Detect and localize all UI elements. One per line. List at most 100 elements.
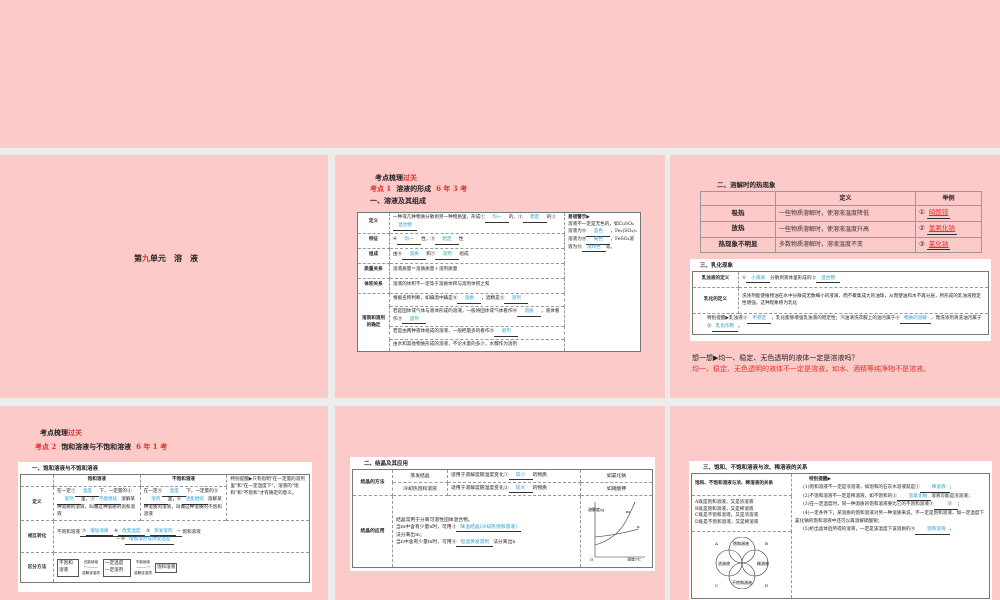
cell-text: 组成 — [459, 251, 469, 257]
error-note: 易错警示▶ 溶液不一定是无色的，如CuSO₄溶液为⑬ 蓝色 ，Fe₂(SO₄)₃溶液为… — [564, 211, 641, 353]
sat-box: 饱和溶液 — [154, 562, 178, 574]
slide-thumbnail-5[interactable]: 二、结晶及其应用 结晶的方法 蒸发结晶 适用于溶解度随温度变化① 较小 的物质 如氯化钠 … — [335, 406, 665, 600]
saturation-panel: 一、饱和溶液与不饱和溶液 饱和溶液 不饱和溶液 特别提醒▶只有指明"在一定量的溶剂里… — [18, 462, 312, 592]
row-value: 溶液的体积不一定等于溶质体积与溶剂体积之和 — [389, 277, 565, 294]
header-text: 考点梳理 — [375, 173, 403, 182]
row-definition: 多数物质溶解时，溶液温度不变 — [775, 236, 916, 254]
slide-thumbnail-top[interactable] — [0, 0, 1000, 148]
text: 溶解该溶质 — [133, 570, 152, 575]
number: ③ — [919, 239, 925, 248]
cell-text: 由水和其他物质形成的溶液，不论水量的多少，水都作为溶剂 — [393, 342, 518, 348]
text: 当n中含有少量m时，可用④ — [396, 540, 457, 546]
text: 下，一定量的② — [99, 488, 132, 494]
y-axis-label: 溶解度/g — [588, 506, 604, 512]
text: 的物质 — [532, 486, 547, 492]
text: 法分离出m； — [396, 532, 425, 538]
text: ； — [949, 484, 955, 490]
row-value: ④ 均一 性，⑤ 稳定性 — [389, 232, 565, 249]
arrow-right-icon: → — [176, 528, 181, 534]
answer-example: 硝酸铵 — [926, 208, 951, 219]
kp-count: 6 年 3 考 — [436, 184, 468, 193]
number: ① — [919, 208, 925, 216]
unsaturated-definition: 在一定④ 温度 下，一定量的⑤溶剂 里，⑥ 还能继续 溶解某种溶质的溶液，叫做这种溶质的不… — [139, 485, 228, 522]
method-desc: 适用于溶解度随温度变化① 较小 的物质 — [447, 468, 581, 484]
cell-text: 性，⑤ — [421, 236, 435, 242]
title-part: 第 — [134, 253, 142, 263]
answer-blank: 混合物 — [393, 223, 417, 231]
text: 的物质 — [532, 473, 547, 478]
row-key: 溶质和溶剂的确定 — [357, 292, 390, 353]
column-header: 定义 — [775, 191, 916, 206]
text: (4)一定条件下，某溶质的饱和溶液对另一种溶质来说，不一定是饱和溶液，如一定温度… — [795, 511, 985, 524]
method-desc: 适用于溶解度随温度变化② 较大 的物质 — [447, 482, 581, 497]
row-key: 特征 — [357, 232, 390, 249]
slide-thumbnail-2[interactable]: 考点梳理过关 考点 1 溶液的形成 6 年 3 考 一、溶液及其组成 定义 一种或… — [335, 155, 665, 398]
solubility-curve-graph: 溶解度/g 温度/℃ Om n — [588, 502, 645, 562]
answer-blank: 降温结晶(冷却热饱和溶液) — [456, 524, 521, 532]
note-title: 易错警示▶ — [568, 215, 590, 220]
kp-title: 溶液的形成 — [396, 184, 432, 193]
crystallization-table: 结晶的方法 蒸发结晶 适用于溶解度随温度变化① 较小 的物质 如氯化钠 冷却热饱和溶液 适用… — [352, 468, 653, 569]
row-key: 结晶的方法 — [352, 468, 393, 497]
slide-thumbnail-4[interactable]: 考点梳理过关 考点 2 饱和溶液与不饱和溶液 6 年 1 考 一、饱和溶液与不饱… — [0, 406, 328, 600]
row-value: 若是由两种液体组成的溶液，一般把量多的看作⑫ 溶剂 — [389, 326, 565, 341]
cell-text: 性 — [458, 236, 464, 242]
slide-thumbnail-1[interactable]: 第九单元 溶 液 — [0, 155, 328, 398]
answer-blank: 不能继续 — [94, 497, 122, 505]
emulsion-table: 乳浊液的定义 ① 小液滴 分散到液体里形成的② 混合物 乳化的定义 洗涤剂能使植物油在水中… — [692, 271, 989, 335]
text: ，乳化能够增强乳浊液的稳定性；汽油清洗衣服上的油污属于④ — [771, 316, 900, 321]
row-key: 乳化的定义 — [692, 287, 739, 314]
cell-text: 的、② — [508, 215, 523, 220]
answer-blank: 溶质 — [402, 252, 427, 260]
row-value: ① 小液滴 分散到液体里形成的② 混合物 — [738, 271, 989, 288]
method-name: 冷却热饱和溶液 — [392, 482, 448, 497]
header-red: 过关 — [68, 428, 82, 437]
slide-thumbnail-6[interactable]: 三、饱和、不饱和溶液与浓、稀溶液的关系 饱和、不饱和溶液与浓、稀溶液的关系 特别提… — [670, 406, 1000, 600]
answer-blank: 乳化作用 — [711, 324, 738, 332]
answer-blank: 黄色 — [586, 237, 611, 245]
section-header: 考点梳理过关 — [375, 173, 417, 183]
answer-blank: 稀溶液 — [919, 484, 950, 493]
venn-right: 稀溶液 — [757, 560, 769, 566]
cell-text: 根据名称判断，如碘酒中碘是⑧ — [393, 295, 458, 301]
unsat-box: 不饱和溶液 — [57, 559, 80, 577]
row-example: ① 硝酸铵 — [915, 205, 982, 222]
venn-left: 浓溶液 — [718, 560, 730, 566]
column-header — [700, 191, 776, 206]
slide-thumbnail-3[interactable]: 二、溶解时的热现象 定义 举例 吸热 一些物质溶解时，使溶液温度降低 ① 硝酸铵 放热 一些… — [670, 155, 1000, 398]
text: 不能继续 — [135, 559, 151, 564]
row-example: ② 氢氧化钠 — [915, 220, 982, 238]
text: 结晶常用于分离可溶性固体混合物。 — [396, 517, 473, 523]
row-value: 由⑥ 溶质 和⑦ 溶剂 组成 — [389, 247, 565, 264]
cell-text: 一种或几种物质分散到另一种物质里，形成① — [393, 215, 485, 220]
text: 在一定④ — [143, 488, 163, 494]
method-example: 如氯化钠 — [580, 468, 653, 484]
venn-b: B — [765, 541, 768, 546]
answer-blank: 还能继续 — [181, 497, 208, 505]
kaodian-title: 考点 2 饱和溶液与不饱和溶液 6 年 1 考 — [35, 442, 167, 452]
answer-blank: 浓 — [933, 501, 958, 511]
panel-caption: 二、结晶及其应用 — [364, 461, 409, 467]
text: 等。 — [605, 244, 615, 250]
venn-c: C — [715, 583, 718, 588]
row-key: 相互转化 — [19, 520, 55, 554]
arrow-right-label: 不能继续 ———→ 溶解该溶质 — [133, 559, 152, 575]
answer-blank: 溶剂 — [143, 497, 168, 505]
text: 。 — [738, 323, 743, 329]
row-key: 放热 — [700, 220, 776, 238]
section-title: 一、溶液及其组成 — [370, 196, 426, 205]
answer-blank: 混合物 — [816, 276, 841, 284]
arrow-left-label: 还能继续 ←——— 溶解该溶质 — [82, 559, 100, 575]
answer-blank: 溶质 — [457, 296, 482, 304]
text: 适用于溶解度随温度变化① — [451, 473, 509, 478]
conv-from: 不饱和溶液 — [57, 529, 80, 535]
text: 分散到液体里形成的② — [770, 275, 817, 281]
left-title: 饱和、不饱和溶液与浓、稀溶液的关系 — [691, 473, 792, 496]
number: ② — [919, 223, 925, 232]
text: 。 — [949, 526, 955, 532]
list-item: D既是不饱和溶液，又是稀溶液 — [695, 520, 759, 526]
cell-text: 的③ — [546, 215, 556, 220]
text: 当m中含有少量n时，可用③ — [396, 524, 457, 530]
text: 下，一定量的⑤ — [186, 488, 219, 494]
header-text: 考点梳理 — [40, 428, 68, 437]
